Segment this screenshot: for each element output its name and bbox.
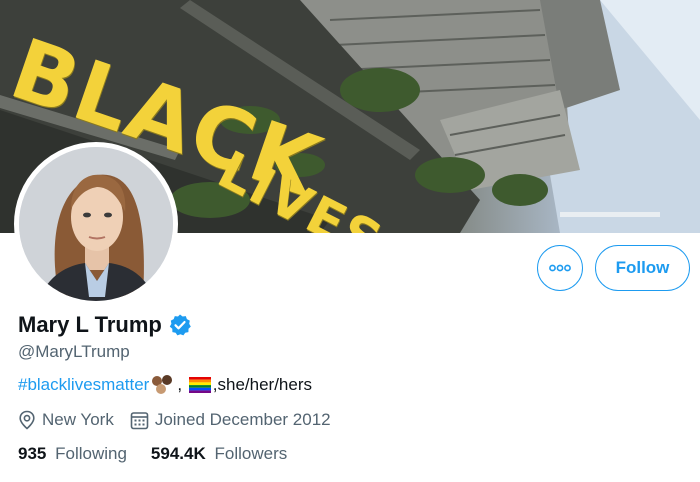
follow-button[interactable]: Follow [595,245,690,291]
profile-meta: New York Joined December 2012 [18,410,347,430]
avatar[interactable] [14,142,178,306]
following-count: 935 [18,444,47,463]
profile-bio: #blacklivesmatter , ,she/her/hers [18,374,312,396]
user-handle: @MaryLTrump [18,342,130,361]
profile-name-row: Mary L Trump [18,312,192,338]
joined-date-text: Joined December 2012 [154,410,331,429]
following-label: Following [55,444,127,463]
more-options-button[interactable] [537,245,583,291]
avatar-portrait [19,147,173,301]
bio-pronouns: ,she/her/hers [212,375,313,394]
calendar-icon [130,411,149,429]
joined-item: Joined December 2012 [130,410,331,430]
following-link[interactable]: 935 Following [18,444,127,464]
location-pin-icon [19,410,35,430]
location-item: New York [18,410,114,430]
bio-separator-1: , [177,375,187,394]
followers-link[interactable]: 594.4K Followers [151,444,287,464]
followers-label: Followers [214,444,288,463]
raised-fists-emoji-icon [151,374,175,396]
hashtag-link[interactable]: #blacklivesmatter [18,375,149,395]
rainbow-flag-emoji-icon [188,377,211,393]
followers-count: 594.4K [150,444,206,463]
more-icon [549,264,571,272]
display-name: Mary L Trump [18,312,162,337]
location-text: New York [42,410,114,429]
follow-stats: 935 Following 594.4K Followers [18,444,311,464]
verified-badge-icon [168,313,192,337]
